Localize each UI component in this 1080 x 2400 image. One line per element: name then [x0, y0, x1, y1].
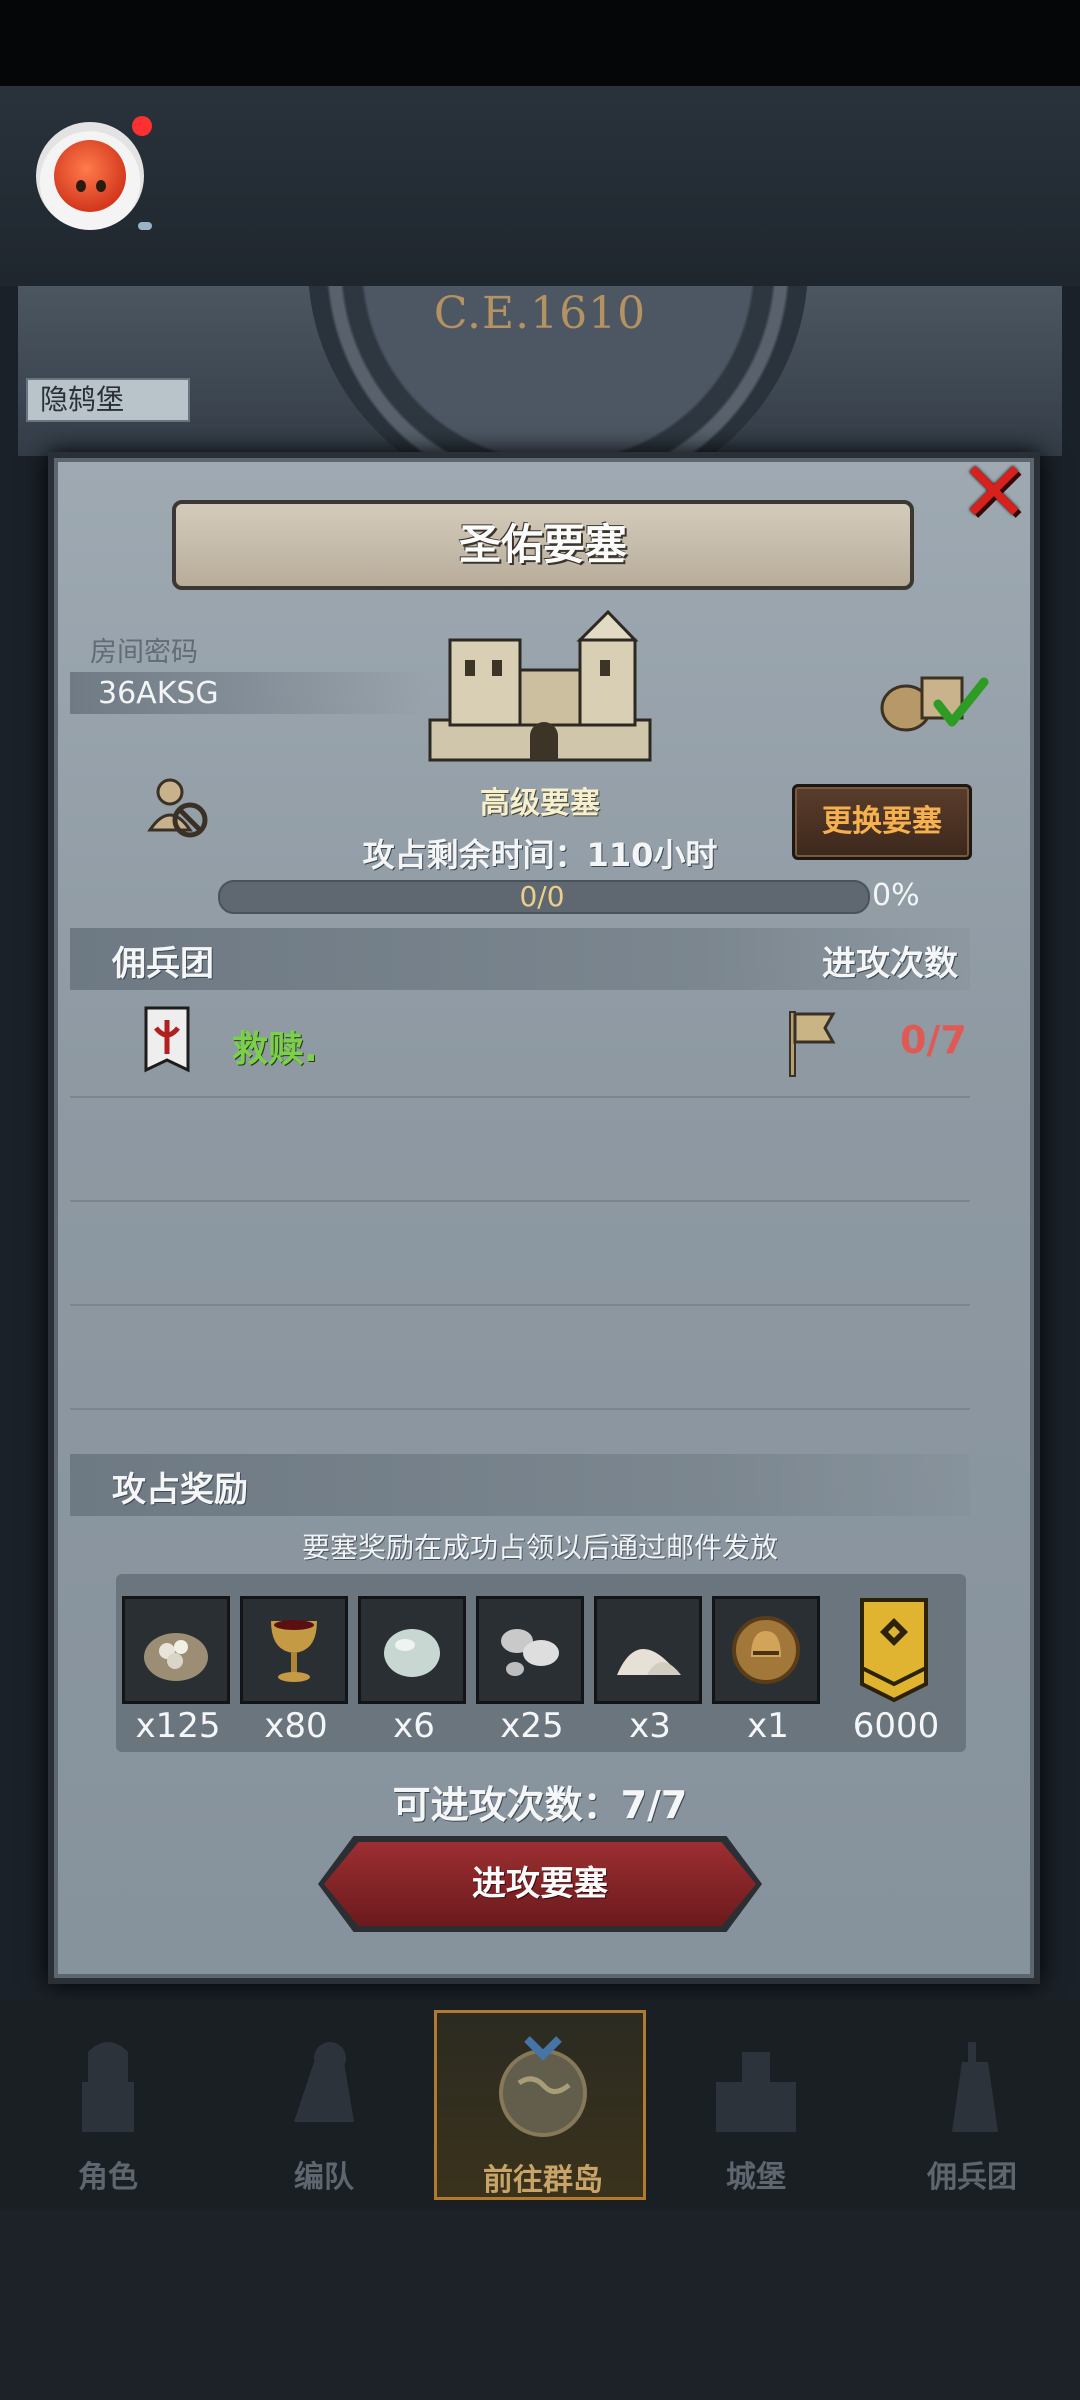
mercenary-icon [952, 2042, 998, 2132]
nav-label: 编队 [294, 2160, 354, 2195]
map-location-tag[interactable]: 隐鸫堡 [26, 378, 190, 422]
mercenary-header: 佣兵团 [112, 944, 214, 984]
nav-castle[interactable]: 城堡 [650, 2010, 862, 2200]
reward-qty: x6 [393, 1706, 435, 1746]
avatar-eye [96, 180, 106, 192]
attack-flag-icon [789, 1011, 836, 1077]
close-button[interactable]: ✕ [954, 443, 1034, 541]
reward-qty: x25 [500, 1706, 564, 1746]
stone-sack-icon [144, 1633, 208, 1681]
reward-item[interactable] [122, 1596, 230, 1704]
remaining-time: 攻占剩余时间：110小时 [362, 836, 718, 874]
knight-helmet-icon [732, 1616, 800, 1684]
rewards-header: 攻占奖励 [112, 1470, 248, 1510]
reward-item[interactable] [712, 1596, 820, 1704]
reward-qty: x3 [629, 1706, 671, 1746]
nav-label: 佣兵团 [927, 2160, 1017, 2195]
empty-row [70, 1096, 970, 1202]
status-bar [0, 0, 1080, 86]
goblet-icon [271, 1620, 317, 1682]
supply-bag-icon[interactable] [876, 664, 996, 734]
reward-note: 要塞奖励在成功占领以后通过邮件发放 [301, 1531, 778, 1564]
nav-go-islands[interactable]: 前往群岛 [434, 2010, 646, 2200]
mercenary-name: 救赎. [232, 1029, 318, 1070]
reward-item[interactable] [240, 1596, 348, 1704]
close-icon: ✕ [958, 443, 1030, 541]
reward-qty: 6000 [852, 1706, 940, 1746]
castle-icon [716, 2052, 796, 2132]
globe-icon [499, 2036, 587, 2137]
nav-label: 角色 [78, 2160, 138, 2195]
capture-progress-percent: 0% [872, 878, 920, 913]
reward-item[interactable] [594, 1596, 702, 1704]
gem-stone-icon [384, 1629, 440, 1677]
reward-item[interactable] [476, 1596, 584, 1704]
reward-qty: x125 [135, 1706, 221, 1746]
mercenary-attack-count: 0/7 [900, 1018, 967, 1062]
attack-fortress-button[interactable]: 进攻要塞 [324, 1842, 756, 1926]
avatar-eye [76, 180, 86, 192]
dialog-title: 圣佑要塞 [172, 500, 914, 590]
gesture-area [0, 2210, 1080, 2400]
nav-mercenary[interactable]: 佣兵团 [866, 2010, 1078, 2200]
avatar-badge-icon [138, 222, 152, 230]
nav-label: 前往群岛 [483, 2163, 603, 2198]
honor-medal-icon[interactable] [858, 1596, 930, 1704]
notification-dot [132, 116, 152, 136]
header-band [0, 86, 1080, 286]
reward-item[interactable] [358, 1596, 466, 1704]
room-code[interactable]: 36AKSG [98, 676, 219, 711]
reward-qty: x80 [264, 1706, 328, 1746]
reward-qty: x1 [747, 1706, 789, 1746]
formation-icon [294, 2042, 354, 2122]
attacks-header: 进攻次数 [822, 944, 958, 984]
empty-row [70, 1304, 970, 1410]
guild-banner-icon [144, 1006, 190, 1073]
nav-label: 城堡 [726, 2160, 786, 2195]
empty-row [70, 1200, 970, 1306]
room-code-label: 房间密码 [90, 637, 198, 668]
fortress-icon [428, 609, 652, 762]
salt-pile-icon [617, 1649, 681, 1675]
player-avatar[interactable] [36, 122, 144, 230]
era-year: C.E.1610 [433, 288, 647, 339]
capture-progress-text: 0/0 [519, 880, 565, 913]
nav-character[interactable]: 角色 [2, 2010, 214, 2200]
knight-icon [82, 2042, 134, 2132]
attack-attempts: 可进攻次数：7/7 [392, 1783, 688, 1827]
silver-ore-icon [501, 1629, 559, 1676]
nav-formation[interactable]: 编队 [218, 2010, 430, 2200]
avatar-face [54, 140, 126, 212]
